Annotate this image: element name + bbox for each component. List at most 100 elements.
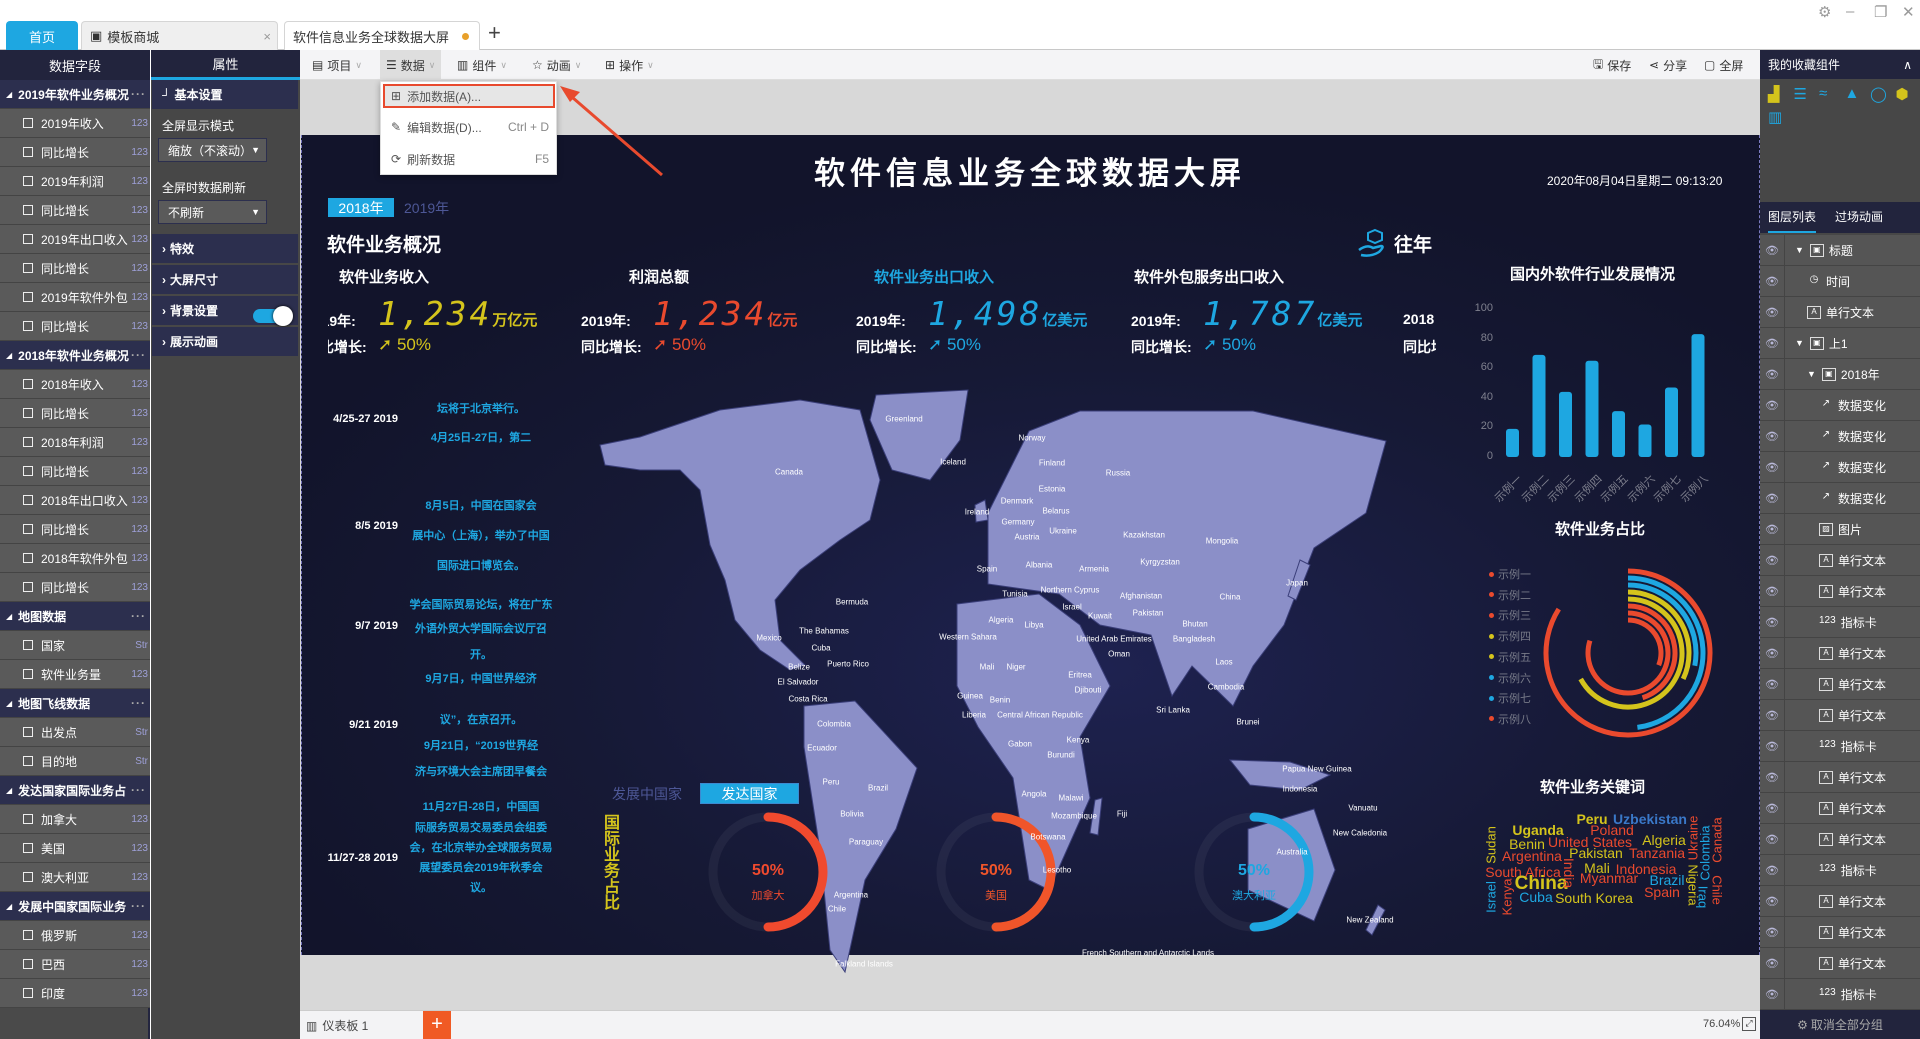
layer-row[interactable]: 👁 A 单行文本 [1760, 948, 1920, 979]
layer-row[interactable]: 👁 A 单行文本 [1760, 700, 1920, 731]
field-item[interactable]: 同比增长 123 [0, 399, 150, 428]
eye-icon[interactable]: 👁 [1760, 793, 1785, 823]
settings-icon[interactable]: ⚙ [1818, 3, 1831, 21]
field-item[interactable]: 国家 Str [0, 631, 150, 660]
field-item[interactable]: 同比增长 123 [0, 196, 150, 225]
tab-data-fields[interactable]: 数据字段 [0, 50, 150, 80]
past-years-icon[interactable] [1357, 228, 1389, 261]
eye-icon[interactable]: 👁 [1760, 576, 1785, 606]
expand-arrow-icon[interactable]: ▼ [1795, 245, 1804, 255]
legend-item[interactable]: 示例六 [1489, 670, 1531, 686]
eye-icon[interactable]: 👁 [1760, 886, 1785, 916]
refresh-select[interactable]: 不刷新 ▼ [158, 200, 267, 224]
more-icon[interactable]: ··· [131, 783, 146, 797]
eye-icon[interactable]: 👁 [1760, 297, 1785, 327]
checkbox[interactable] [23, 814, 33, 824]
expand-triangle-icon[interactable]: ◢ [6, 786, 12, 795]
menu-animation[interactable]: ☆ 动画 ∨ [532, 50, 581, 80]
eye-icon[interactable]: 👁 [1760, 762, 1785, 792]
eye-icon[interactable]: 👁 [1760, 359, 1785, 389]
eye-icon[interactable]: 👁 [1760, 917, 1785, 947]
area-chart-icon[interactable]: ▲ [1845, 85, 1860, 102]
checkbox[interactable] [23, 930, 33, 940]
eye-icon[interactable]: 👁 [1760, 421, 1785, 451]
field-group[interactable]: ◢ 地图飞线数据 ··· [0, 689, 150, 718]
eye-icon[interactable]: 👁 [1760, 669, 1785, 699]
expand-triangle-icon[interactable]: ◢ [6, 612, 12, 621]
field-group[interactable]: ◢ 地图数据 ··· [0, 602, 150, 631]
line-chart-icon[interactable]: ≈ [1819, 85, 1827, 102]
tab-template-store[interactable]: ▣ 模板商城 × [81, 21, 278, 50]
menu-item-edit-data[interactable]: ✎ 编辑数据(D)... Ctrl + D [383, 115, 555, 139]
field-item[interactable]: 印度 123 [0, 979, 150, 1008]
checkbox[interactable] [23, 466, 33, 476]
eye-icon[interactable]: 👁 [1760, 607, 1785, 637]
section-effects[interactable]: › 特效 [152, 234, 298, 263]
layer-row[interactable]: 👁 A 单行文本 [1760, 762, 1920, 793]
checkbox[interactable] [23, 843, 33, 853]
eye-icon[interactable]: 👁 [1760, 328, 1785, 358]
column-chart-icon[interactable]: ▥ [1768, 108, 1782, 126]
legend-item[interactable]: 示例三 [1489, 607, 1531, 623]
expand-triangle-icon[interactable]: ◢ [6, 90, 12, 99]
sheet-tab[interactable]: ▥ 仪表板 1 [306, 1017, 368, 1034]
eye-icon[interactable]: 👁 [1760, 948, 1785, 978]
more-icon[interactable]: ··· [131, 87, 146, 101]
field-item[interactable]: 加拿大 123 [0, 805, 150, 834]
field-item[interactable]: 同比增长 123 [0, 573, 150, 602]
checkbox[interactable] [23, 379, 33, 389]
legend-item[interactable]: 示例四 [1489, 628, 1531, 644]
layer-row[interactable]: 👁 ↗ 数据变化 [1760, 452, 1920, 483]
layer-row[interactable]: 👁 A 单行文本 [1760, 886, 1920, 917]
add-sheet-button[interactable]: + [423, 1011, 451, 1039]
layer-row[interactable]: 👁 ↗ 数据变化 [1760, 390, 1920, 421]
new-tab-button[interactable]: + [488, 20, 501, 46]
eye-icon[interactable]: 👁 [1760, 235, 1785, 265]
menu-project[interactable]: ▤ 项目 ∨ [310, 50, 364, 80]
layer-row[interactable]: 👁 A 单行文本 [1760, 638, 1920, 669]
field-item[interactable]: 2018年软件外包 123 [0, 544, 150, 573]
menu-operations[interactable]: ⊞ 操作 ∨ [605, 50, 654, 80]
section-display-animation[interactable]: › 展示动画 [152, 327, 298, 356]
field-item[interactable]: 同比增长 123 [0, 254, 150, 283]
more-icon[interactable]: ··· [131, 609, 146, 623]
eye-icon[interactable]: 👁 [1760, 824, 1785, 854]
checkbox[interactable] [23, 263, 33, 273]
menu-item-refresh-data[interactable]: ⟳ 刷新数据 F5 [383, 147, 555, 171]
save-button[interactable]: 🖫 保存 [1593, 50, 1631, 80]
eye-icon[interactable]: 👁 [1760, 390, 1785, 420]
collapse-chevron-icon[interactable]: ∧ [1903, 58, 1912, 72]
field-group[interactable]: ◢ 2019年软件业务概况 ··· [0, 80, 150, 109]
menu-components[interactable]: ▥ 组件 ∨ [457, 50, 507, 80]
layer-row[interactable]: 👁 A 单行文本 [1760, 669, 1920, 700]
expand-arrow-icon[interactable]: ▼ [1795, 338, 1804, 348]
year-tab-2018[interactable]: 2018年 [328, 198, 394, 217]
layer-row[interactable]: 👁 ▼ ▣ 上1 [1760, 328, 1920, 359]
tab-developed-countries[interactable]: 发达国家 [700, 783, 799, 804]
layer-row[interactable]: 👁 A 单行文本 [1760, 824, 1920, 855]
layer-row[interactable]: 👁 ▨ 图片 [1760, 514, 1920, 545]
layer-row[interactable]: 👁 A 单行文本 [1760, 576, 1920, 607]
tab-layer-list[interactable]: 图层列表 [1768, 208, 1817, 233]
tab-transition-animation[interactable]: 过场动画 [1835, 208, 1883, 225]
tab-home[interactable]: 首页 [6, 21, 78, 50]
eye-icon[interactable]: 👁 [1760, 700, 1785, 730]
layer-row[interactable]: 👁 123 指标卡 [1760, 979, 1920, 1010]
layer-row[interactable]: 👁 ↗ 数据变化 [1760, 483, 1920, 514]
checkbox[interactable] [23, 872, 33, 882]
field-item[interactable]: 目的地 Str [0, 747, 150, 776]
checkbox[interactable] [23, 321, 33, 331]
close-window-icon[interactable]: ✕ [1902, 3, 1915, 21]
combo-chart-icon[interactable]: ▟ [1768, 85, 1780, 103]
restore-icon[interactable]: ❐ [1874, 3, 1887, 21]
legend-item[interactable]: 示例一 [1489, 566, 1531, 582]
checkbox[interactable] [23, 118, 33, 128]
field-group[interactable]: ◢ 2018年软件业务概况 ··· [0, 341, 150, 370]
checkbox[interactable] [23, 524, 33, 534]
legend-item[interactable]: 示例八 [1489, 711, 1531, 727]
tab-developing-countries[interactable]: 发展中国家 [612, 784, 682, 804]
checkbox[interactable] [23, 205, 33, 215]
field-item[interactable]: 2019年收入 123 [0, 109, 150, 138]
expand-triangle-icon[interactable]: ◢ [6, 351, 12, 360]
close-tab-icon[interactable]: × [263, 29, 271, 44]
